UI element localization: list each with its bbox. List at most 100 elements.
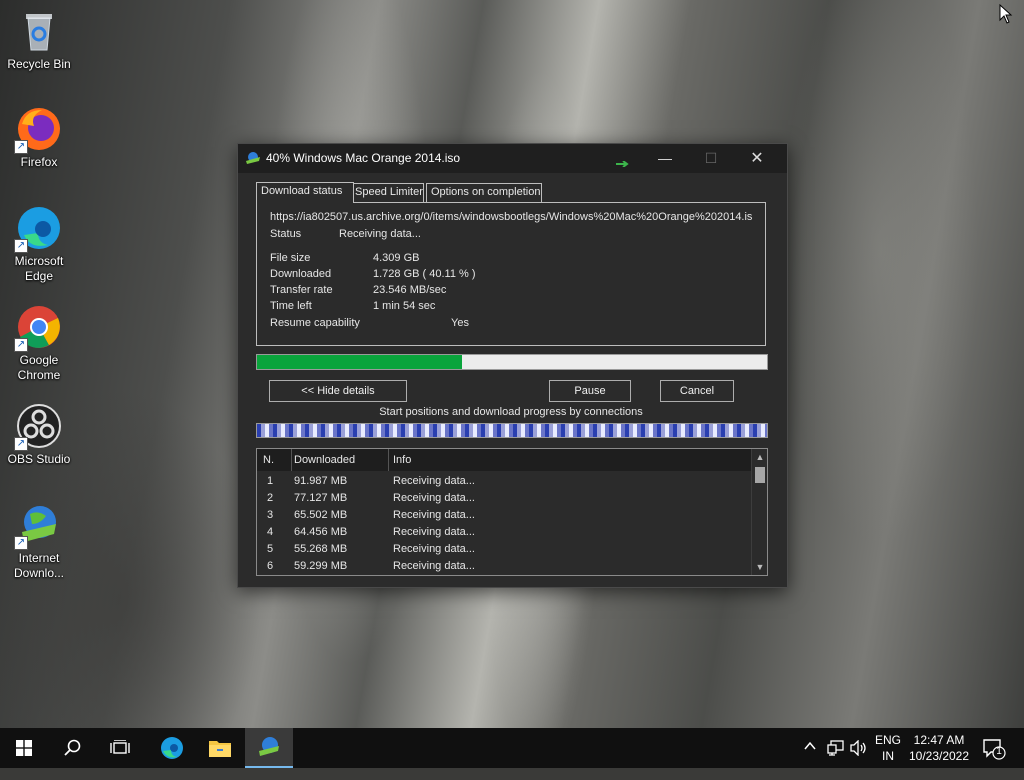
downloaded-value: 1.728 GB ( 40.11 % ) xyxy=(373,268,476,280)
connections-table-header: N. Downloaded Info xyxy=(257,449,751,471)
transfer-rate-label: Transfer rate xyxy=(270,284,333,296)
download-status-panel: https://ia802507.us.archive.org/0/items/… xyxy=(256,202,766,346)
scroll-down-icon[interactable]: ▼ xyxy=(752,559,767,575)
desktop-icon-label: Internet Downlo... xyxy=(13,551,65,580)
hide-details-button[interactable]: << Hide details xyxy=(269,380,407,402)
table-row[interactable]: 5 55.268 MB Receiving data... xyxy=(257,541,751,558)
table-row[interactable]: 3 65.502 MB Receiving data... xyxy=(257,507,751,524)
taskbar-file-explorer-button[interactable] xyxy=(196,728,244,768)
time-left-value: 1 min 54 sec xyxy=(373,300,436,312)
network-icon xyxy=(827,740,844,756)
action-center-button[interactable]: 1 xyxy=(982,738,1006,778)
notification-count-badge: 1 xyxy=(996,746,1002,757)
connections-progress-bar xyxy=(256,423,768,438)
start-button[interactable] xyxy=(0,728,48,768)
transfer-rate-value: 23.546 MB/sec xyxy=(373,284,447,296)
obs-icon: ↗ xyxy=(14,403,62,451)
table-row[interactable]: 6 59.299 MB Receiving data... xyxy=(257,558,751,575)
firefox-icon: ↗ xyxy=(14,106,62,154)
scroll-up-icon[interactable]: ▲ xyxy=(752,449,767,465)
desktop-icon-label: Firefox xyxy=(20,155,58,169)
cancel-button[interactable]: Cancel xyxy=(660,380,734,402)
idm-app-icon xyxy=(245,151,261,165)
search-button[interactable] xyxy=(48,728,96,768)
taskbar-clock[interactable]: 12:47 AM 10/23/2022 xyxy=(904,732,974,764)
taskbar-idm-button[interactable] xyxy=(245,728,293,768)
close-button[interactable]: ✕ xyxy=(734,144,780,173)
table-row[interactable]: 4 64.456 MB Receiving data... xyxy=(257,524,751,541)
tab-download-status[interactable]: Download status xyxy=(256,182,354,203)
tab-speed-limiter[interactable]: Speed Limiter xyxy=(350,183,424,203)
shortcut-arrow-icon: ↗ xyxy=(14,338,28,352)
table-row[interactable]: 1 91.987 MB Receiving data... xyxy=(257,473,751,490)
row-downloaded: 64.456 MB xyxy=(294,526,348,538)
row-number: 3 xyxy=(267,509,274,521)
windows-logo-icon xyxy=(16,740,32,756)
row-info: Receiving data... xyxy=(393,492,475,504)
resume-capability-value: Yes xyxy=(451,317,469,329)
column-header-info[interactable]: Info xyxy=(388,449,743,471)
row-number: 6 xyxy=(267,560,274,572)
window-title: 40% Windows Mac Orange 2014.iso xyxy=(266,151,461,165)
status-label: Status xyxy=(270,228,302,240)
connections-scrollbar[interactable]: ▲ ▼ xyxy=(751,449,767,575)
idm-globe-icon: ↗ xyxy=(14,502,62,550)
pause-button[interactable]: Pause xyxy=(549,380,631,402)
idm-tray-arrow-icon xyxy=(616,156,630,168)
status-value: Receiving data... xyxy=(339,228,421,240)
table-row[interactable]: 2 77.127 MB Receiving data... xyxy=(257,490,751,507)
row-downloaded: 65.502 MB xyxy=(294,509,348,521)
desktop-icon-microsoft-edge[interactable]: ↗ Microsoft Edge xyxy=(4,205,74,284)
row-downloaded: 77.127 MB xyxy=(294,492,348,504)
show-hidden-icons-button[interactable] xyxy=(803,739,817,779)
folder-icon xyxy=(209,741,231,757)
network-button[interactable] xyxy=(827,740,845,780)
maximize-button[interactable]: ☐ xyxy=(688,144,734,173)
download-url: https://ia802507.us.archive.org/0/items/… xyxy=(270,211,753,223)
idm-globe-icon xyxy=(259,737,279,756)
desktop-icon-label: Recycle Bin xyxy=(7,57,71,71)
connections-table: N. Downloaded Info 1 91.987 MB Receiving… xyxy=(256,448,768,576)
row-info: Receiving data... xyxy=(393,509,475,521)
column-header-n[interactable]: N. xyxy=(257,449,292,471)
desktop-icon-obs-studio[interactable]: ↗ OBS Studio xyxy=(4,403,74,467)
file-size-value: 4.309 GB xyxy=(373,252,420,264)
recycle-bin-icon xyxy=(16,8,62,54)
input-language-indicator[interactable]: ENG IN xyxy=(871,732,905,764)
chevron-up-icon xyxy=(804,741,816,750)
task-view-button[interactable] xyxy=(96,728,144,768)
row-downloaded: 59.299 MB xyxy=(294,560,348,572)
minimize-button[interactable]: — xyxy=(642,144,688,173)
shortcut-arrow-icon: ↗ xyxy=(14,536,28,550)
desktop-icon-google-chrome[interactable]: ↗ Google Chrome xyxy=(4,304,74,383)
clock-date: 10/23/2022 xyxy=(908,749,970,763)
taskbar-edge-button[interactable] xyxy=(148,728,196,768)
taskbar: ENG IN 12:47 AM 10/23/2022 1 xyxy=(0,728,1024,768)
download-progress-window: 40% Windows Mac Orange 2014.iso — ☐ ✕ Do… xyxy=(237,143,788,588)
row-number: 4 xyxy=(267,526,274,538)
desktop-icon-recycle-bin[interactable]: Recycle Bin xyxy=(4,8,74,72)
row-downloaded: 55.268 MB xyxy=(294,543,348,555)
task-view-icon xyxy=(110,740,130,754)
row-info: Receiving data... xyxy=(393,526,475,538)
desktop-icon-internet-download-manager[interactable]: ↗ Internet Downlo... xyxy=(4,502,74,581)
tab-options-on-completion[interactable]: Options on completion xyxy=(426,183,542,203)
window-titlebar[interactable]: 40% Windows Mac Orange 2014.iso — ☐ ✕ xyxy=(238,144,787,173)
scrollbar-thumb[interactable] xyxy=(755,467,765,483)
shortcut-arrow-icon: ↗ xyxy=(14,239,28,253)
downloaded-label: Downloaded xyxy=(270,268,332,280)
desktop-icon-firefox[interactable]: ↗ Firefox xyxy=(4,106,74,170)
column-header-downloaded[interactable]: Downloaded xyxy=(291,449,389,471)
search-icon xyxy=(64,739,81,756)
row-number: 5 xyxy=(267,543,274,555)
row-info: Receiving data... xyxy=(393,560,475,572)
shortcut-arrow-icon: ↗ xyxy=(14,437,28,451)
connections-caption: Start positions and download progress by… xyxy=(379,406,643,418)
speaker-icon xyxy=(850,739,866,757)
keyboard-region: IN xyxy=(882,749,894,763)
desktop-icon-label: Google Chrome xyxy=(17,353,61,382)
volume-button[interactable] xyxy=(850,739,868,780)
edge-icon xyxy=(161,737,183,759)
edge-icon: ↗ xyxy=(14,205,62,253)
download-progress-fill xyxy=(257,355,462,369)
